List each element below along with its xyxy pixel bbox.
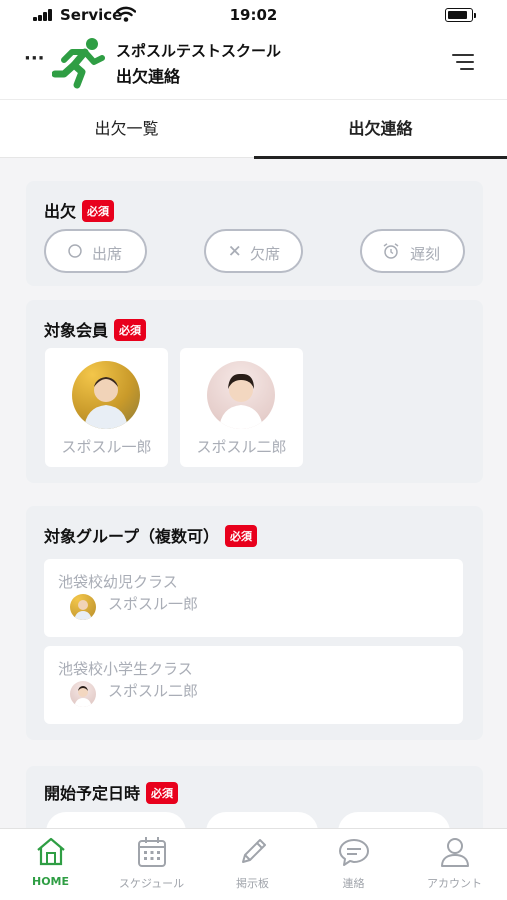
menu-button[interactable] [450,52,474,72]
avatar [207,361,275,429]
groups-card: 対象グループ（複数可） 必須 池袋校幼児クラス スポスル一郎 池袋校小学生クラス … [26,506,483,740]
tab-bar: 出欠一覧 出欠連絡 [0,100,507,159]
pencil-icon [241,839,266,863]
battery-icon [445,8,476,22]
members-title: 対象会員 [44,321,109,340]
home-icon [36,837,65,866]
group-name: 池袋校小学生クラス [58,660,193,678]
avatar [70,594,96,620]
page-title: 出欠連絡 [116,67,181,86]
tab-attendance-contact[interactable]: 出欠連絡 [254,100,507,159]
member-name: スポスル一郎 [61,438,152,456]
runner-logo-icon [52,38,105,89]
nav-bulletin-board[interactable]: 掲示板 [202,829,303,900]
nav-label: 連絡 [342,877,365,890]
group-item[interactable]: 池袋校小学生クラス スポスル二郎 [44,646,463,724]
attendance-card: 出欠 必須 出席 欠席 遅刻 [26,181,483,286]
required-badge: 必須 [114,319,147,341]
nav-label: アカウント [427,877,482,890]
member-card[interactable]: スポスル一郎 [45,348,168,467]
user-icon [440,838,469,867]
nav-schedule[interactable]: スケジュール [101,829,202,900]
bottom-nav: HOME スケジュール 掲示板 連絡 アカウント [0,828,507,900]
nav-label: HOME [31,875,70,888]
circle-icon [68,244,82,258]
group-member-name: スポスル一郎 [108,595,199,613]
member-card[interactable]: スポスル二郎 [180,348,303,467]
group-name: 池袋校幼児クラス [58,573,178,591]
tab-attendance-list[interactable]: 出欠一覧 [0,100,253,158]
late-button[interactable]: 遅刻 [360,229,465,273]
nav-home[interactable]: HOME [0,829,101,900]
present-button[interactable]: 出席 [44,229,147,273]
required-badge: 必須 [146,782,179,804]
nav-messages[interactable]: 連絡 [303,829,404,900]
menu-icon [452,54,474,56]
member-name: スポスル二郎 [196,438,287,456]
chat-bubble-icon [338,839,369,866]
group-item[interactable]: 池袋校幼児クラス スポスル一郎 [44,559,463,637]
alarm-clock-icon [383,243,399,259]
app-header: ··· スポスルテストスクール 出欠連絡 [0,30,507,100]
status-bar: Service 19:02 [0,0,507,30]
status-time: 19:02 [229,6,278,24]
required-badge: 必須 [82,200,115,222]
groups-title: 対象グループ（複数可） [44,527,220,546]
nav-label: スケジュール [118,877,185,890]
nav-label: 掲示板 [236,877,269,890]
avatar [70,681,96,707]
attendance-title: 出欠 [44,202,77,221]
absent-button[interactable]: 欠席 [204,229,303,273]
school-name: スポスルテストスクール [116,42,282,60]
start-time-title: 開始予定日時 [44,784,141,803]
cross-icon [229,245,240,256]
avatar [72,361,140,429]
more-button[interactable]: ··· [24,48,45,69]
required-badge: 必須 [225,525,258,547]
nav-account[interactable]: アカウント [404,829,505,900]
calendar-icon [137,837,166,867]
group-member-name: スポスル二郎 [108,682,199,700]
members-card: 対象会員 必須 スポスル一郎 スポスル二郎 [26,300,483,483]
